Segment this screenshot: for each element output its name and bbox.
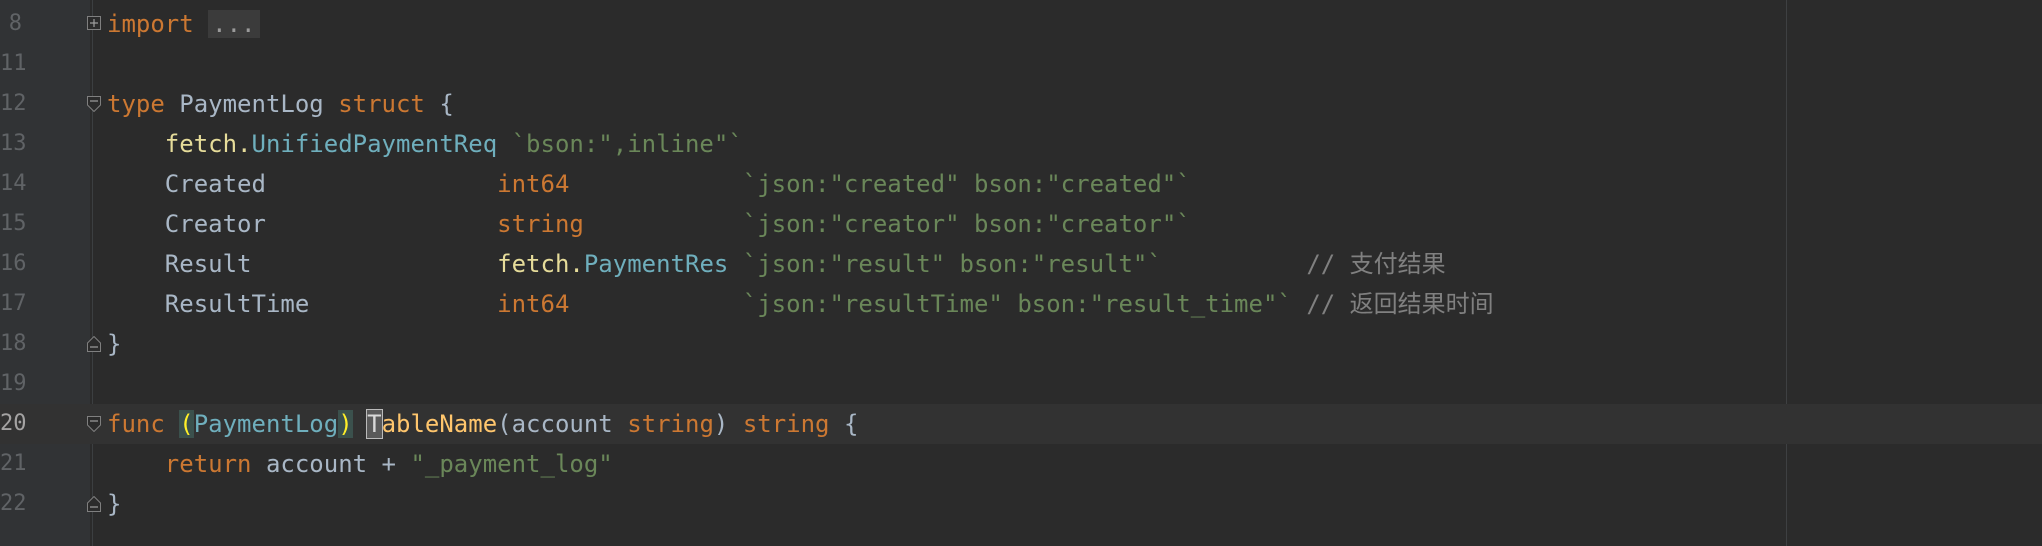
line-number: 11	[0, 51, 27, 76]
code-token: ableName	[381, 410, 498, 438]
code-line[interactable]: 20 func (PaymentLog) TableName(account st…	[0, 404, 2042, 444]
code-line[interactable]: 14 Created int64 `json:"created" bson:"c…	[0, 164, 2042, 204]
code-token: fetch.	[164, 130, 252, 158]
code-token: import	[107, 10, 194, 38]
code-token: PaymentLog	[164, 90, 339, 118]
code-token: `json:"result" bson:"result"`	[742, 250, 1162, 278]
code-token: int64	[497, 170, 570, 198]
code-token: func	[107, 410, 165, 438]
code-token: type	[107, 90, 165, 118]
code-token: )	[338, 410, 353, 438]
code-token: account +	[251, 450, 411, 478]
code-token: struct	[338, 90, 425, 118]
code-token: `bson:",inline"`	[511, 130, 743, 158]
code-line[interactable]: 12 type PaymentLog struct {	[0, 84, 2042, 124]
code-token: UnifiedPaymentReq	[251, 130, 498, 158]
code-token: fetch.	[497, 250, 584, 278]
code-text[interactable]: func (PaymentLog) TableName(account stri…	[107, 404, 858, 444]
code-token: Created	[107, 170, 498, 198]
code-token: }	[107, 490, 122, 518]
code-token: `json:"resultTime" bson:"result_time"`	[742, 290, 1292, 318]
fold-down-icon[interactable]	[87, 96, 101, 112]
code-token: {	[424, 90, 454, 118]
code-line[interactable]: 13 fetch.UnifiedPaymentReq `bson:",inlin…	[0, 124, 2042, 164]
code-text[interactable]: fetch.UnifiedPaymentReq `bson:",inline"`	[107, 124, 743, 164]
code-token: string	[497, 210, 584, 238]
code-text[interactable]: return account + "_payment_log"	[107, 444, 613, 484]
code-token: (account	[497, 410, 628, 438]
line-number: 15	[0, 211, 27, 236]
code-line[interactable]: 15 Creator string `json:"creator" bson:"…	[0, 204, 2042, 244]
code-text[interactable]: Result fetch.PaymentRes `json:"result" b…	[107, 244, 1446, 284]
code-token: ResultTime	[107, 290, 498, 318]
code-text[interactable]: ResultTime int64 `json:"resultTime" bson…	[107, 284, 1494, 324]
line-number: 16	[0, 251, 27, 276]
code-text[interactable]: }	[107, 324, 121, 364]
code-token: )	[713, 410, 743, 438]
line-number: 13	[0, 131, 27, 156]
code-token: string	[627, 410, 714, 438]
line-number: 21	[0, 451, 27, 476]
code-text[interactable]: }	[107, 484, 121, 524]
line-number: 20	[0, 411, 27, 436]
line-number: 18	[0, 331, 27, 356]
code-line[interactable]: 18}	[0, 324, 2042, 364]
code-token: T	[366, 409, 383, 439]
code-token: return	[164, 450, 252, 478]
code-text[interactable]: import ...	[107, 4, 260, 44]
code-line[interactable]: 22}	[0, 484, 2042, 524]
code-token: `json:"created" bson:"created"`	[742, 170, 1191, 198]
line-number: 22	[0, 491, 27, 516]
fold-down-icon[interactable]	[87, 416, 101, 432]
code-token: }	[107, 330, 122, 358]
code-token: Result	[107, 250, 498, 278]
code-token: Creator	[107, 210, 498, 238]
code-text[interactable]: type PaymentLog struct {	[107, 84, 454, 124]
code-token: ...	[208, 10, 260, 38]
code-token: PaymentRes	[583, 250, 729, 278]
plus-square-icon[interactable]	[87, 16, 101, 30]
line-number: 8	[8, 11, 22, 36]
code-line[interactable]: 11	[0, 44, 2042, 84]
code-line[interactable]: 16 Result fetch.PaymentRes `json:"result…	[0, 244, 2042, 284]
code-line[interactable]: 17 ResultTime int64 `json:"resultTime" b…	[0, 284, 2042, 324]
code-line[interactable]: 8 import ...	[0, 4, 2042, 44]
code-token: {	[829, 410, 859, 438]
code-text[interactable]: Creator string `json:"creator" bson:"cre…	[107, 204, 1191, 244]
code-token: // 返回结果时间	[1306, 290, 1494, 318]
code-line[interactable]: 21 return account + "_payment_log"	[0, 444, 2042, 484]
code-token: // 支付结果	[1306, 250, 1446, 278]
line-number: 19	[0, 371, 27, 396]
line-number: 14	[0, 171, 27, 196]
code-token: (	[179, 410, 194, 438]
line-number: 17	[0, 291, 27, 316]
code-token: int64	[497, 290, 570, 318]
code-token: `json:"creator" bson:"creator"`	[742, 210, 1191, 238]
line-number: 12	[0, 91, 27, 116]
code-token: "_payment_log"	[410, 450, 613, 478]
code-token: PaymentLog	[193, 410, 339, 438]
fold-up-icon[interactable]	[87, 336, 101, 352]
code-editor[interactable]: 8 import ... 11 12 type PaymentLog struct {1…	[0, 0, 2042, 546]
code-text[interactable]: Created int64 `json:"created" bson:"crea…	[107, 164, 1191, 204]
fold-up-icon[interactable]	[87, 496, 101, 512]
code-line[interactable]: 19	[0, 364, 2042, 404]
code-token: string	[742, 410, 830, 438]
